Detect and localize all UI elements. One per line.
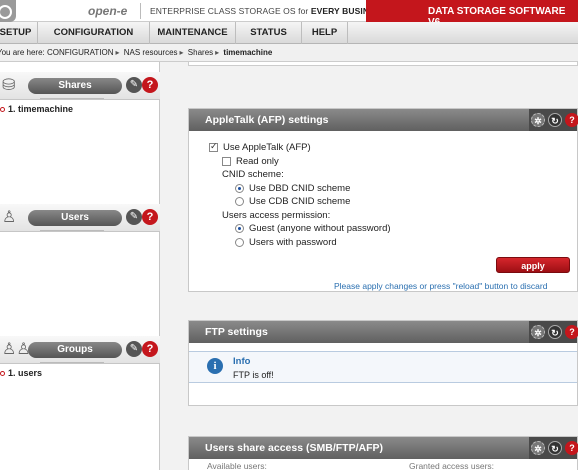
read-only-row: Read only <box>209 155 577 169</box>
logo-icon <box>0 0 16 22</box>
wrench-icon[interactable]: ✎ <box>126 341 142 357</box>
reload-icon[interactable]: ↻ <box>548 441 562 455</box>
breadcrumb-arrow-icon: ▸ <box>179 48 184 57</box>
afp-settings-header: AppleTalk (AFP) settings ✲ ↻ ? <box>189 109 578 131</box>
breadcrumb-arrow-icon: ▸ <box>115 48 120 57</box>
ftp-settings-header: FTP settings ✲ ↻ ? <box>189 321 578 343</box>
available-users-label: Available users: <box>207 461 267 470</box>
settings-icon[interactable]: ✲ <box>531 113 545 127</box>
previous-panel-bottom <box>188 62 578 66</box>
settings-icon[interactable]: ✲ <box>531 325 545 339</box>
ftp-info-box: i Info FTP is off! <box>189 351 577 383</box>
reload-icon[interactable]: ↻ <box>548 113 562 127</box>
cnid-cdb-row: Use CDB CNID scheme <box>209 195 577 209</box>
breadcrumb-current: timemachine <box>223 48 273 57</box>
cnid-dbd-radio[interactable] <box>235 183 244 193</box>
help-icon[interactable]: ? <box>142 77 158 93</box>
shares-panel-header: ⛁ Shares ✎ ? <box>0 72 160 100</box>
top-banner: open-e ENTERPRISE CLASS STORAGE OS for E… <box>0 0 578 28</box>
use-afp-row: Use AppleTalk (AFP) <box>209 141 577 155</box>
apply-hint: Please apply changes or press "reload" b… <box>334 281 548 291</box>
share-access-header: Users share access (SMB/FTP/AFP) ✲ ↻ ? <box>189 437 578 459</box>
group-list-item[interactable]: 1. users <box>0 368 42 378</box>
guest-row: Guest (anyone without password) <box>209 222 577 236</box>
users-panel-header: ♙ Users ✎ ? <box>0 204 160 232</box>
shares-icon: ⛁ <box>2 77 16 94</box>
wrench-icon[interactable]: ✎ <box>126 209 142 225</box>
help-icon[interactable]: ? <box>142 341 158 357</box>
resize-grip[interactable] <box>40 98 104 102</box>
menu-setup[interactable]: SETUP <box>0 22 38 44</box>
cnid-label: CNID scheme: <box>222 169 284 181</box>
menu-status[interactable]: STATUS <box>236 22 302 44</box>
groups-panel-header: ♙♙ Groups ✎ ? <box>0 336 160 364</box>
apply-button[interactable]: apply <box>496 257 570 273</box>
resize-grip[interactable] <box>40 230 104 234</box>
breadcrumb-item[interactable]: CONFIGURATION <box>47 48 114 57</box>
shares-title[interactable]: Shares <box>28 78 122 94</box>
help-icon[interactable]: ? <box>565 113 578 127</box>
panel-tools: ✲ ↻ ? <box>529 109 578 131</box>
afp-form: Use AppleTalk (AFP) Read only CNID schem… <box>189 131 577 249</box>
help-icon[interactable]: ? <box>565 325 578 339</box>
share-access-panel: Users share access (SMB/FTP/AFP) ✲ ↻ ? A… <box>188 436 578 470</box>
banner-divider <box>140 3 141 19</box>
bullet-icon <box>0 107 5 112</box>
ftp-settings-panel: FTP settings ✲ ↻ ? i Info FTP is off! <box>188 320 578 406</box>
info-title: Info <box>233 356 251 367</box>
share-access-title: Users share access (SMB/FTP/AFP) <box>205 442 383 454</box>
afp-settings-title: AppleTalk (AFP) settings <box>205 114 329 126</box>
breadcrumb-arrow-icon: ▸ <box>215 48 220 57</box>
password-radio[interactable] <box>235 237 244 247</box>
brand-name: open-e <box>88 4 128 18</box>
guest-radio[interactable] <box>235 224 244 234</box>
password-row: Users with password <box>209 236 577 250</box>
users-title[interactable]: Users <box>28 210 122 226</box>
resize-grip[interactable] <box>40 362 104 366</box>
access-label: Users access permission: <box>222 209 331 221</box>
bullet-icon <box>0 371 5 376</box>
afp-settings-panel: AppleTalk (AFP) settings ✲ ↻ ? Use Apple… <box>188 108 578 292</box>
settings-icon[interactable]: ✲ <box>531 441 545 455</box>
main-content: AppleTalk (AFP) settings ✲ ↻ ? Use Apple… <box>160 62 578 470</box>
menu-configuration[interactable]: CONFIGURATION <box>38 22 150 44</box>
sidebar: ⛁ Shares ✎ ? 1. timemachine ♙ Users ✎ ? … <box>0 62 160 470</box>
groups-icon: ♙♙ <box>2 341 31 358</box>
breadcrumb-prefix: You are here: <box>0 48 45 57</box>
breadcrumb-item[interactable]: Shares <box>188 48 213 57</box>
ftp-settings-title: FTP settings <box>205 326 268 338</box>
share-list-item[interactable]: 1. timemachine <box>0 104 73 114</box>
help-icon[interactable]: ? <box>142 209 158 225</box>
wrench-icon[interactable]: ✎ <box>126 77 142 93</box>
product-name: DATA STORAGE SOFTWARE V6 <box>366 0 578 28</box>
menu-maintenance[interactable]: MAINTENANCE <box>150 22 236 44</box>
granted-users-label: Granted access users: <box>409 461 495 470</box>
info-icon: i <box>207 358 223 374</box>
cnid-cdb-radio[interactable] <box>235 197 244 207</box>
help-icon[interactable]: ? <box>565 441 578 455</box>
breadcrumb-item[interactable]: NAS resources <box>124 48 178 57</box>
info-text: FTP is off! <box>233 370 274 380</box>
breadcrumb: You are here: CONFIGURATION ▸ NAS resourc… <box>0 44 578 62</box>
menu-help[interactable]: HELP <box>302 22 348 44</box>
cnid-dbd-row: Use DBD CNID scheme <box>209 182 577 196</box>
groups-title[interactable]: Groups <box>28 342 122 358</box>
panel-tools: ✲ ↻ ? <box>529 321 578 343</box>
read-only-checkbox[interactable] <box>222 156 231 166</box>
tagline: ENTERPRISE CLASS STORAGE OS for EVERY BU… <box>150 6 387 16</box>
users-icon: ♙ <box>2 209 17 226</box>
reload-icon[interactable]: ↻ <box>548 325 562 339</box>
panel-tools: ✲ ↻ ? <box>529 437 578 459</box>
use-afp-checkbox[interactable] <box>209 141 218 153</box>
main-menu: SETUP CONFIGURATION MAINTENANCE STATUS H… <box>0 22 578 44</box>
